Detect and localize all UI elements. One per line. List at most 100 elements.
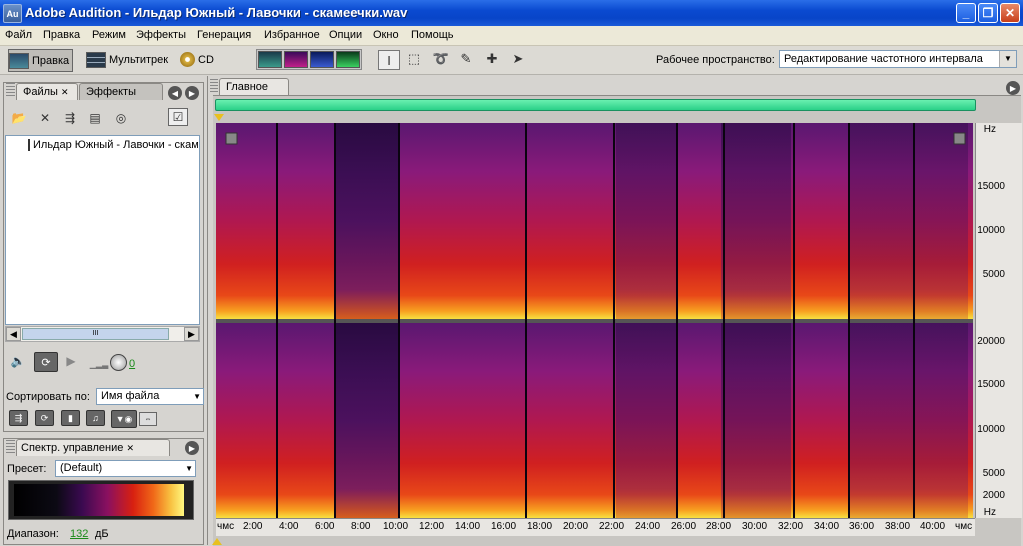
phase-display-icon[interactable] [336, 51, 360, 68]
hz-unit-label: Hz [983, 507, 996, 518]
insert-cd-icon[interactable]: ◎ [112, 110, 130, 126]
playhead-marker-icon[interactable] [212, 538, 222, 545]
waveform-display-icon[interactable] [258, 51, 282, 68]
close-button[interactable]: ✕ [1000, 3, 1020, 23]
waveform-icon [9, 52, 29, 69]
hz-tick-label: 5000 [982, 468, 1005, 479]
scrub-tool-icon[interactable]: ➤ [508, 50, 528, 68]
app-icon: Au [3, 4, 22, 23]
menu-window[interactable]: Окно [373, 29, 399, 41]
time-tick-label: 12:00 [419, 521, 445, 532]
hz-unit-label: Hz [983, 124, 996, 135]
filter-options-icon[interactable]: ▼◉ [111, 410, 137, 428]
minimize-button[interactable]: _ [956, 3, 976, 23]
time-tick-label: 2:00 [243, 521, 263, 532]
panel-menu-icon[interactable]: ▶ [185, 86, 199, 100]
menu-favorites[interactable]: Избранное [264, 29, 320, 41]
filter-midi-icon[interactable]: ♫ [86, 410, 105, 426]
menu-options[interactable]: Опции [329, 29, 362, 41]
brush-tool-icon[interactable]: ✎ [456, 50, 476, 68]
menu-view[interactable]: Режим [92, 29, 126, 41]
volume-value[interactable]: 0 [129, 358, 135, 370]
menu-edit[interactable]: Правка [43, 29, 80, 41]
tab-main[interactable]: Главное [219, 78, 289, 95]
panel-menu-icon[interactable]: ▶ [1006, 81, 1020, 95]
edit-view-button[interactable]: Правка [8, 49, 74, 72]
panel-grip-icon [6, 83, 15, 98]
multitrack-view-button[interactable]: Мультитрек [86, 49, 168, 70]
cd-icon [180, 52, 195, 67]
sort-label: Сортировать по: [6, 391, 90, 403]
workspace-select[interactable]: Редактирование частотного интервала ▼ [779, 50, 1017, 68]
time-tick-label: 4:00 [279, 521, 299, 532]
marquee-tool-icon[interactable]: ⬚ [404, 50, 424, 68]
scroll-thumb[interactable]: III [22, 328, 169, 340]
overview-bar[interactable] [215, 99, 976, 111]
range-value[interactable]: 132 [70, 528, 88, 540]
hz-tick-label: 5000 [982, 269, 1005, 280]
hz-tick-label: 2000 [982, 490, 1005, 501]
time-tick-label: 16:00 [491, 521, 517, 532]
filter-audio-icon[interactable]: ⇶ [9, 410, 28, 426]
show-options-icon[interactable]: ☑ [168, 108, 188, 126]
spectral-display[interactable] [216, 123, 973, 518]
files-list[interactable]: Ильдар Южный - Лавочки - скамеечки [5, 135, 200, 325]
time-tick-label: 22:00 [599, 521, 625, 532]
sort-select[interactable]: Имя файла ▼ [96, 388, 204, 405]
close-tab-icon[interactable]: ✕ [126, 443, 134, 453]
files-scrollbar[interactable]: ◀ III ▶ [5, 326, 200, 342]
panel-menu-icon[interactable]: ◀ [168, 86, 182, 100]
menu-bar: Файл Правка Режим Эффекты Генерация Избр… [0, 26, 1023, 46]
cd-view-button[interactable]: CD [180, 49, 214, 70]
tab-spectral-control[interactable]: Спектр. управление ✕ [16, 439, 170, 456]
filter-loop-icon[interactable]: ⟳ [35, 410, 54, 426]
time-tick-label: 32:00 [778, 521, 804, 532]
close-file-icon[interactable]: ✕ [36, 110, 54, 126]
volume-knob[interactable] [110, 354, 127, 371]
time-tick-label: 40:00 [920, 521, 946, 532]
scroll-left-icon[interactable]: ◀ [6, 327, 21, 341]
spot-healing-icon[interactable]: ✚ [482, 50, 502, 68]
filter-video-icon[interactable]: ▮ [61, 410, 80, 426]
time-tick-label: 10:00 [383, 521, 409, 532]
display-mode-group [256, 49, 362, 70]
time-tick-label: 18:00 [527, 521, 553, 532]
lasso-tool-icon[interactable]: ➰ [431, 50, 451, 68]
time-tick-label: 8:00 [351, 521, 371, 532]
time-tick-label: 28:00 [706, 521, 732, 532]
show-full-path-icon[interactable]: ⇔ [139, 412, 157, 426]
preset-label: Пресет: [7, 463, 47, 475]
playhead-marker-icon[interactable] [214, 114, 224, 121]
time-tick-label: 36:00 [849, 521, 875, 532]
time-selection-tool-icon[interactable]: I [378, 50, 400, 70]
volume-icon[interactable]: 🔈 [9, 353, 27, 369]
open-file-icon[interactable]: 📂 [10, 110, 28, 126]
play-icon[interactable]: ▶ [62, 353, 80, 369]
maximize-button[interactable]: ❐ [978, 3, 998, 23]
tab-files[interactable]: Файлы ✕ [16, 83, 78, 100]
menu-effects[interactable]: Эффекты [136, 29, 186, 41]
loop-icon[interactable]: ⟳ [34, 352, 58, 372]
close-tab-icon[interactable]: ✕ [61, 87, 69, 97]
panel-grip-icon [6, 440, 15, 455]
pan-display-icon[interactable] [310, 51, 334, 68]
panel-menu-icon[interactable]: ▶ [185, 441, 199, 455]
scroll-right-icon[interactable]: ▶ [184, 327, 199, 341]
time-tick-label: 6:00 [315, 521, 335, 532]
color-gradient[interactable] [14, 484, 184, 516]
insert-into-multitrack-icon[interactable]: ⇶ [61, 110, 79, 126]
menu-file[interactable]: Файл [5, 29, 32, 41]
list-item[interactable]: Ильдар Южный - Лавочки - скамеечки [28, 139, 198, 151]
preset-select[interactable]: (Default) ▼ [55, 460, 196, 477]
menu-help[interactable]: Помощь [411, 29, 454, 41]
tab-effects[interactable]: Эффекты [79, 83, 163, 100]
time-tick-label: 30:00 [742, 521, 768, 532]
time-tick-label: 24:00 [635, 521, 661, 532]
zoom-handle-icon[interactable] [953, 132, 966, 145]
menu-generate[interactable]: Генерация [197, 29, 251, 41]
spectral-display-icon[interactable] [284, 51, 308, 68]
title-bar: Au Adobe Audition - Ильдар Южный - Лавоч… [0, 0, 1023, 26]
hz-tick-label: 10000 [977, 225, 1005, 236]
edit-file-icon[interactable]: ▤ [86, 110, 104, 126]
zoom-handle-icon[interactable] [225, 132, 238, 145]
